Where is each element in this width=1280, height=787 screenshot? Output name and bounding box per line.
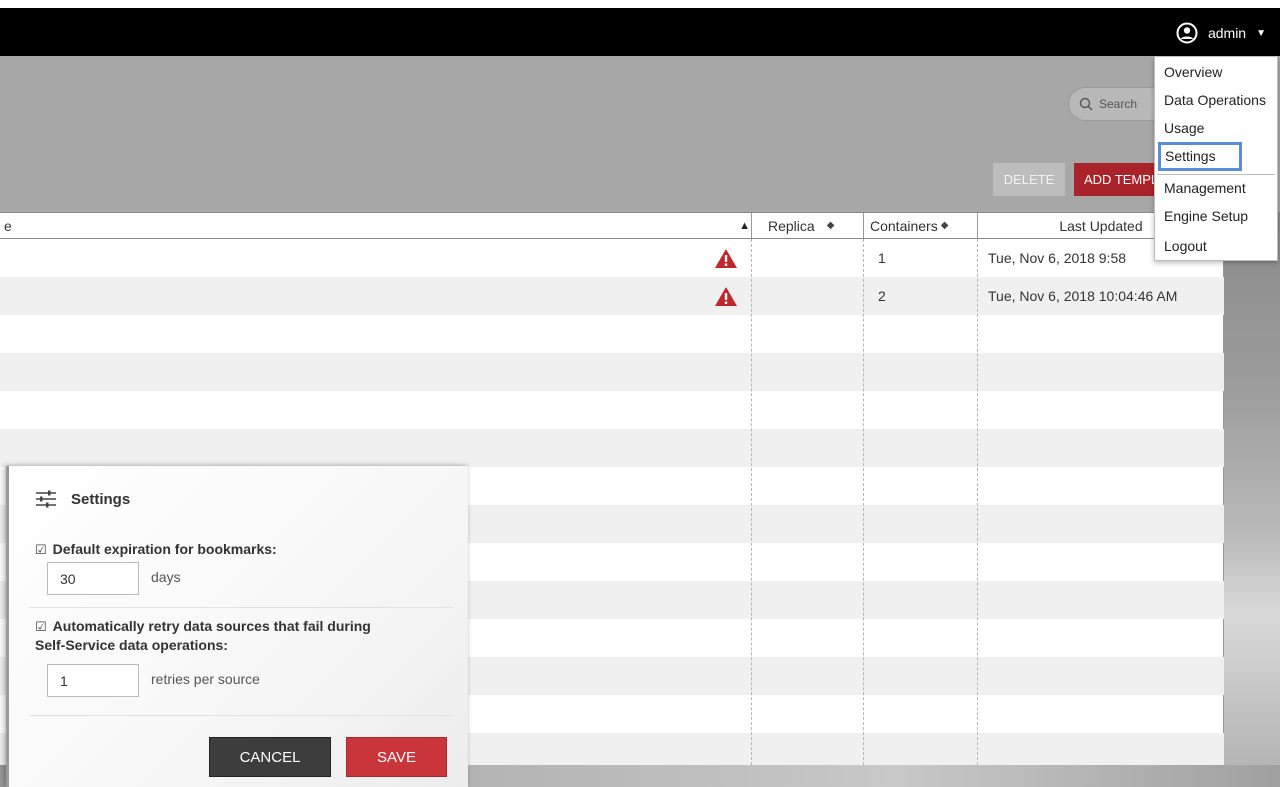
column-label-name: e [4, 217, 12, 234]
checkbox-icon[interactable]: ☑ [35, 542, 47, 557]
retry-unit: retries per source [151, 671, 260, 687]
column-label-replica: Replica [768, 217, 815, 234]
table-row-empty [0, 353, 1224, 391]
bookmark-expiration-input[interactable] [47, 562, 139, 595]
cell-last-updated: Tue, Nov 6, 2018 10:04:46 AM [988, 288, 1178, 304]
background-image [1224, 212, 1280, 787]
username: admin [1207, 25, 1247, 41]
cell-containers: 2 [878, 288, 886, 304]
menu-item-usage[interactable]: Usage [1164, 116, 1204, 140]
menu-item-management[interactable]: Management [1164, 176, 1246, 200]
user-menu-trigger[interactable]: admin ▼ [1176, 20, 1266, 46]
sliders-icon [36, 490, 56, 508]
table-header: e ▲ Replica ◆ Containers ◆ Last Updated [0, 212, 1224, 239]
retry-count-input[interactable] [47, 664, 139, 697]
chevron-down-icon: ▼ [1256, 27, 1266, 39]
menu-divider [1157, 174, 1275, 175]
column-divider [863, 239, 864, 765]
retry-label-line1: Automatically retry data sources that fa… [52, 618, 371, 634]
user-dropdown-menu: Overview Data Operations Usage Settings … [1154, 56, 1278, 261]
cell-last-updated: Tue, Nov 6, 2018 9:58 [988, 250, 1127, 266]
menu-item-overview[interactable]: Overview [1164, 60, 1222, 84]
column-label-last-updated: Last Updated [1059, 217, 1143, 234]
table-row[interactable]: 1 Tue, Nov 6, 2018 9:58 [0, 239, 1224, 277]
column-header-name[interactable]: e ▲ [4, 213, 750, 238]
warning-icon [715, 287, 737, 306]
column-divider [977, 239, 978, 765]
table-row-empty [0, 429, 1224, 467]
sort-icon: ◆ [826, 220, 835, 231]
save-button[interactable]: SAVE [346, 737, 447, 777]
table-row-empty [0, 315, 1224, 353]
sort-ascending-icon: ▲ [739, 219, 750, 232]
cell-containers: 1 [878, 250, 886, 266]
delete-button[interactable]: DELETE [993, 163, 1065, 196]
panel-divider [29, 607, 453, 608]
menu-item-engine-setup[interactable]: Engine Setup [1164, 204, 1248, 228]
checkbox-icon[interactable]: ☑ [35, 619, 47, 634]
top-bar: admin ▼ [0, 8, 1280, 56]
bookmark-expiration-label: Default expiration for bookmarks: [52, 541, 277, 557]
retry-label-line2: Self-Service data operations: [35, 637, 228, 653]
user-circle-icon [1176, 22, 1198, 44]
bookmark-expiration-option[interactable]: ☑ Default expiration for bookmarks: [35, 540, 277, 559]
menu-item-logout[interactable]: Logout [1164, 234, 1207, 258]
cancel-button[interactable]: CANCEL [209, 737, 331, 777]
column-header-containers[interactable]: Containers ◆ [864, 213, 976, 238]
retry-option[interactable]: ☑ Automatically retry data sources that f… [35, 617, 371, 654]
search-box[interactable] [1068, 87, 1168, 121]
panel-divider [29, 715, 453, 716]
menu-item-settings[interactable]: Settings [1158, 142, 1242, 171]
search-input[interactable] [1099, 97, 1159, 111]
search-icon [1079, 97, 1093, 111]
menu-item-data-operations[interactable]: Data Operations [1164, 88, 1266, 112]
panel-title: Settings [71, 490, 131, 508]
column-divider [751, 239, 752, 765]
table-row[interactable]: 2 Tue, Nov 6, 2018 10:04:46 AM [0, 277, 1224, 315]
bookmark-expiration-unit: days [151, 569, 181, 585]
settings-panel: Settings ☑ Default expiration for bookmar… [6, 466, 468, 787]
column-label-containers: Containers [870, 217, 938, 234]
sort-icon: ◆ [940, 220, 949, 231]
warning-icon [715, 249, 737, 268]
table-row-empty [0, 391, 1224, 429]
column-header-replica[interactable]: Replica ◆ [752, 213, 862, 238]
panel-header: Settings [35, 490, 130, 508]
add-template-button[interactable]: ADD TEMPLATE [1074, 163, 1164, 196]
